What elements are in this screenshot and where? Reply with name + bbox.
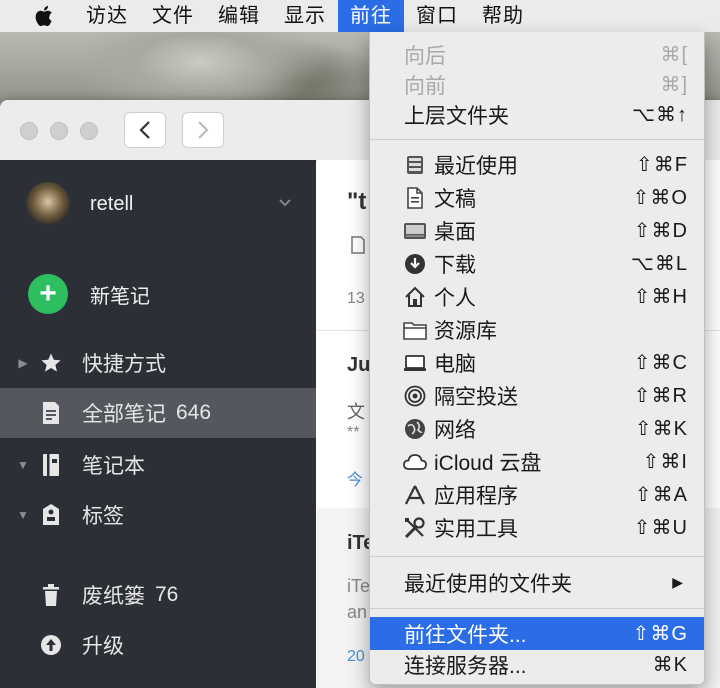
sidebar-item-label: 废纸篓 xyxy=(82,585,145,608)
desktop-icon xyxy=(402,218,428,244)
menu-item-desktop[interactable]: 桌面 ⇧⌘D xyxy=(370,214,704,247)
sidebar-item-label: 笔记本 xyxy=(82,455,145,478)
network-icon xyxy=(402,416,428,442)
sidebar-item-label: 快捷方式 xyxy=(82,353,166,376)
menu-item-connect-to-server[interactable]: 连接服务器... ⌘K xyxy=(370,648,704,681)
menu-item-forward: 向前 ⌘] xyxy=(404,74,688,98)
upgrade-icon xyxy=(38,632,64,658)
star-icon xyxy=(38,350,64,376)
chevron-right-icon xyxy=(198,121,209,139)
go-menu: 向后 ⌘[ 向前 ⌘] 上层文件夹 ⌥⌘↑ 最近使用 ⇧⌘F 文稿 ⇧⌘O 桌面… xyxy=(369,32,705,685)
caret-right-icon[interactable]: ▶ xyxy=(16,356,30,370)
menu-item-recents[interactable]: 最近使用 ⇧⌘F xyxy=(370,148,704,181)
menu-item-enclosing-folder[interactable]: 上层文件夹 ⌥⌘↑ xyxy=(370,98,704,131)
menu-separator xyxy=(370,139,704,140)
sidebar-item-shortcuts[interactable]: ▶ 快捷方式 xyxy=(0,338,316,388)
menu-item-back: 向后 ⌘[ xyxy=(404,44,688,68)
zoom-window-button[interactable] xyxy=(80,122,98,140)
caret-down-icon[interactable]: ▼ xyxy=(16,508,30,522)
menu-bar: 访达 文件 编辑 显示 前往 窗口 帮助 xyxy=(0,0,720,33)
menu-window[interactable]: 窗口 xyxy=(404,0,470,32)
folder-icon xyxy=(402,317,428,343)
note-snippet-fragment: an xyxy=(347,602,368,622)
submenu-arrow-icon: ▶ xyxy=(672,574,684,590)
tag-icon xyxy=(38,502,64,528)
username: retell xyxy=(90,192,134,215)
chevron-down-icon[interactable] xyxy=(278,198,292,208)
menu-help[interactable]: 帮助 xyxy=(470,0,536,32)
sidebar-item-tags[interactable]: ▼ 标签 xyxy=(0,490,316,540)
applications-icon xyxy=(402,482,428,508)
search-title-fragment: "t xyxy=(347,188,367,215)
note-snippet-fragment: iTe xyxy=(347,576,371,596)
account-switcher[interactable]: retell xyxy=(26,180,133,228)
menu-edit[interactable]: 编辑 xyxy=(206,0,272,32)
menu-item-downloads[interactable]: 下载 ⌥⌘L xyxy=(370,247,704,280)
forward-button[interactable] xyxy=(182,112,224,148)
note-date-fragment: 今 xyxy=(347,472,364,489)
sidebar-item-label: 全部笔记 xyxy=(82,403,166,426)
menu-item-applications[interactable]: 应用程序 ⇧⌘A xyxy=(370,478,704,511)
menu-separator xyxy=(370,608,704,609)
menu-file[interactable]: 文件 xyxy=(140,0,206,32)
sidebar-item-all-notes[interactable]: 全部笔记 646 xyxy=(0,388,316,438)
notes-icon xyxy=(38,400,64,426)
menu-item-documents[interactable]: 文稿 ⇧⌘O xyxy=(370,181,704,214)
menu-view[interactable]: 显示 xyxy=(272,0,338,32)
menu-item-airdrop[interactable]: 隔空投送 ⇧⌘R xyxy=(370,379,704,412)
sidebar-item-label: 升级 xyxy=(82,635,124,658)
menu-item-icloud-drive[interactable]: iCloud 云盘 ⇧⌘I xyxy=(370,445,704,478)
note-date-fragment: 20 xyxy=(347,648,365,665)
sidebar-item-notebooks[interactable]: ▼ 笔记本 xyxy=(0,440,316,490)
menu-item-library[interactable]: 资源库 xyxy=(370,313,704,346)
utilities-icon xyxy=(402,515,428,541)
caret-down-icon[interactable]: ▼ xyxy=(16,458,30,472)
note-count-fragment: 13 xyxy=(347,290,365,307)
trash-icon xyxy=(38,582,64,608)
document-icon xyxy=(402,185,428,211)
recents-icon xyxy=(402,152,428,178)
menu-item-recent-folders[interactable]: 最近使用的文件夹 ▶ xyxy=(370,566,704,599)
apple-icon[interactable] xyxy=(30,3,56,29)
back-button[interactable] xyxy=(124,112,166,148)
plus-icon: + xyxy=(28,274,68,314)
menu-item-utilities[interactable]: 实用工具 ⇧⌘U xyxy=(370,511,704,544)
trash-count: 76 xyxy=(155,583,179,606)
menu-item-home[interactable]: 个人 ⇧⌘H xyxy=(370,280,704,313)
sidebar-item-label: 标签 xyxy=(82,505,124,528)
airdrop-icon xyxy=(402,383,428,409)
sidebar-item-upgrade[interactable]: 升级 xyxy=(0,620,316,670)
menu-separator xyxy=(370,556,704,557)
note-snippet-fragment: 文 xyxy=(347,402,365,422)
close-window-button[interactable] xyxy=(20,122,38,140)
minimize-window-button[interactable] xyxy=(50,122,68,140)
note-title-fragment: Ju xyxy=(347,354,371,376)
menu-item-network[interactable]: 网络 ⇧⌘K xyxy=(370,412,704,445)
note-icon xyxy=(351,236,365,254)
icloud-icon xyxy=(402,449,428,475)
new-note-button[interactable]: + 新笔记 xyxy=(28,274,150,314)
menu-go[interactable]: 前往 xyxy=(338,0,404,32)
avatar xyxy=(26,182,70,226)
sidebar: retell + 新笔记 ▶ 快捷方式 全部笔记 646 ▼ 笔记本 ▼ 标签 … xyxy=(0,160,316,688)
home-icon xyxy=(402,284,428,310)
new-note-label: 新笔记 xyxy=(90,285,150,308)
note-count: 646 xyxy=(176,401,212,424)
download-icon xyxy=(402,251,428,277)
menu-finder[interactable]: 访达 xyxy=(74,0,140,32)
menu-item-go-to-folder[interactable]: 前往文件夹... ⇧⌘G xyxy=(370,617,704,650)
chevron-left-icon xyxy=(139,121,150,139)
menu-item-computer[interactable]: 电脑 ⇧⌘C xyxy=(370,346,704,379)
computer-icon xyxy=(402,350,428,376)
note-snippet-fragment: ** xyxy=(347,424,360,441)
notebook-icon xyxy=(38,452,64,478)
sidebar-item-trash[interactable]: 废纸篓 76 xyxy=(0,570,316,620)
